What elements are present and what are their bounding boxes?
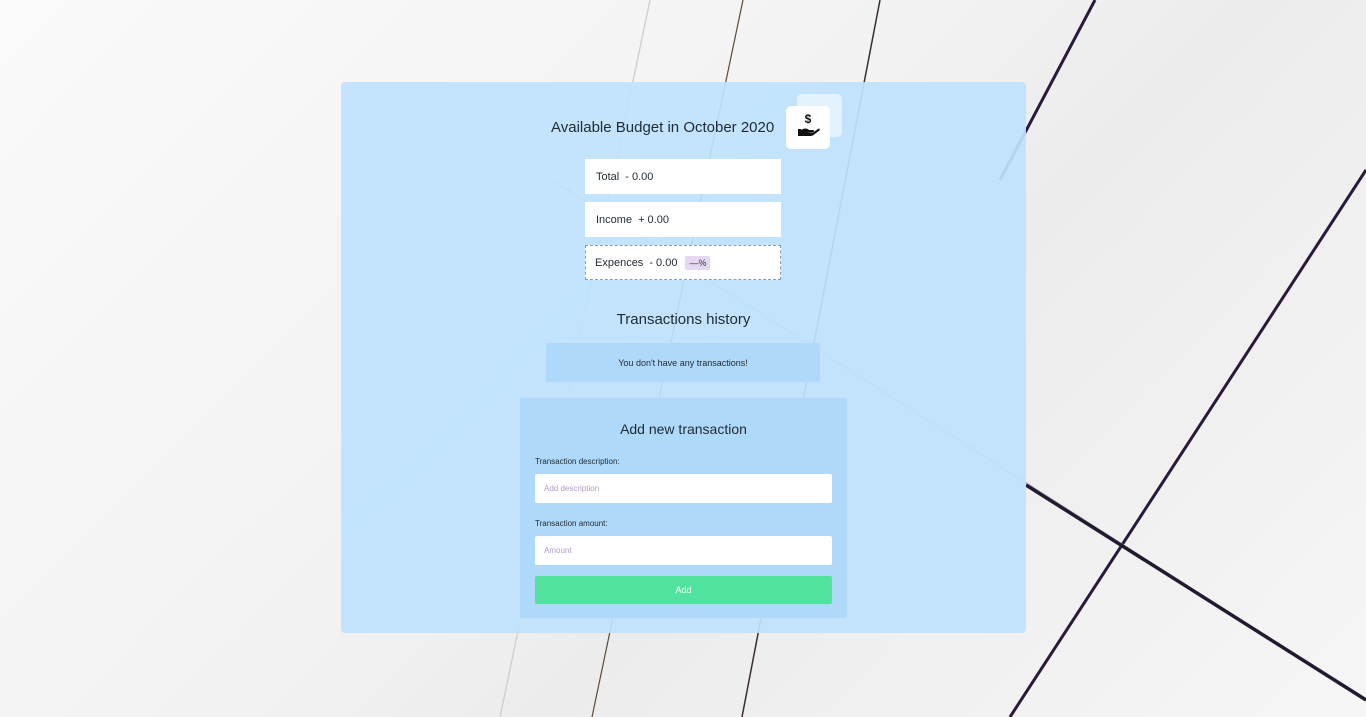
add-transaction-form: Add new transaction Transaction descript… [520,398,847,618]
income-label: Income [596,213,633,226]
expences-value: - 0.00 [649,256,678,269]
empty-transactions-message: You don't have any transactions! [546,343,820,382]
total-summary: Total - 0.00 [585,159,781,194]
expences-label: Expences [595,256,644,269]
logo: $ [786,106,830,149]
budget-title: Available Budget in October 2020 [551,119,775,136]
form-title: Add new transaction [620,421,747,437]
expences-percentage-badge: —% [685,255,711,270]
budget-header: Available Budget in October 2020 $ [341,82,1026,162]
add-button[interactable]: Add [535,576,832,604]
total-value: - 0.00 [625,170,654,183]
income-value: + 0.00 [638,213,669,226]
expences-summary: Expences - 0.00 —% [585,245,781,280]
amount-input[interactable] [535,536,832,565]
income-summary: Income + 0.00 [585,202,781,237]
transactions-history-title: Transactions history [616,311,751,328]
total-label: Total [596,170,620,183]
hand-dollar-icon: $ [795,112,821,143]
description-label: Transaction description: [535,457,620,466]
svg-text:$: $ [805,112,812,126]
budget-panel: Available Budget in October 2020 $ Total… [341,82,1026,633]
description-input[interactable] [535,474,832,503]
amount-label: Transaction amount: [535,519,608,528]
